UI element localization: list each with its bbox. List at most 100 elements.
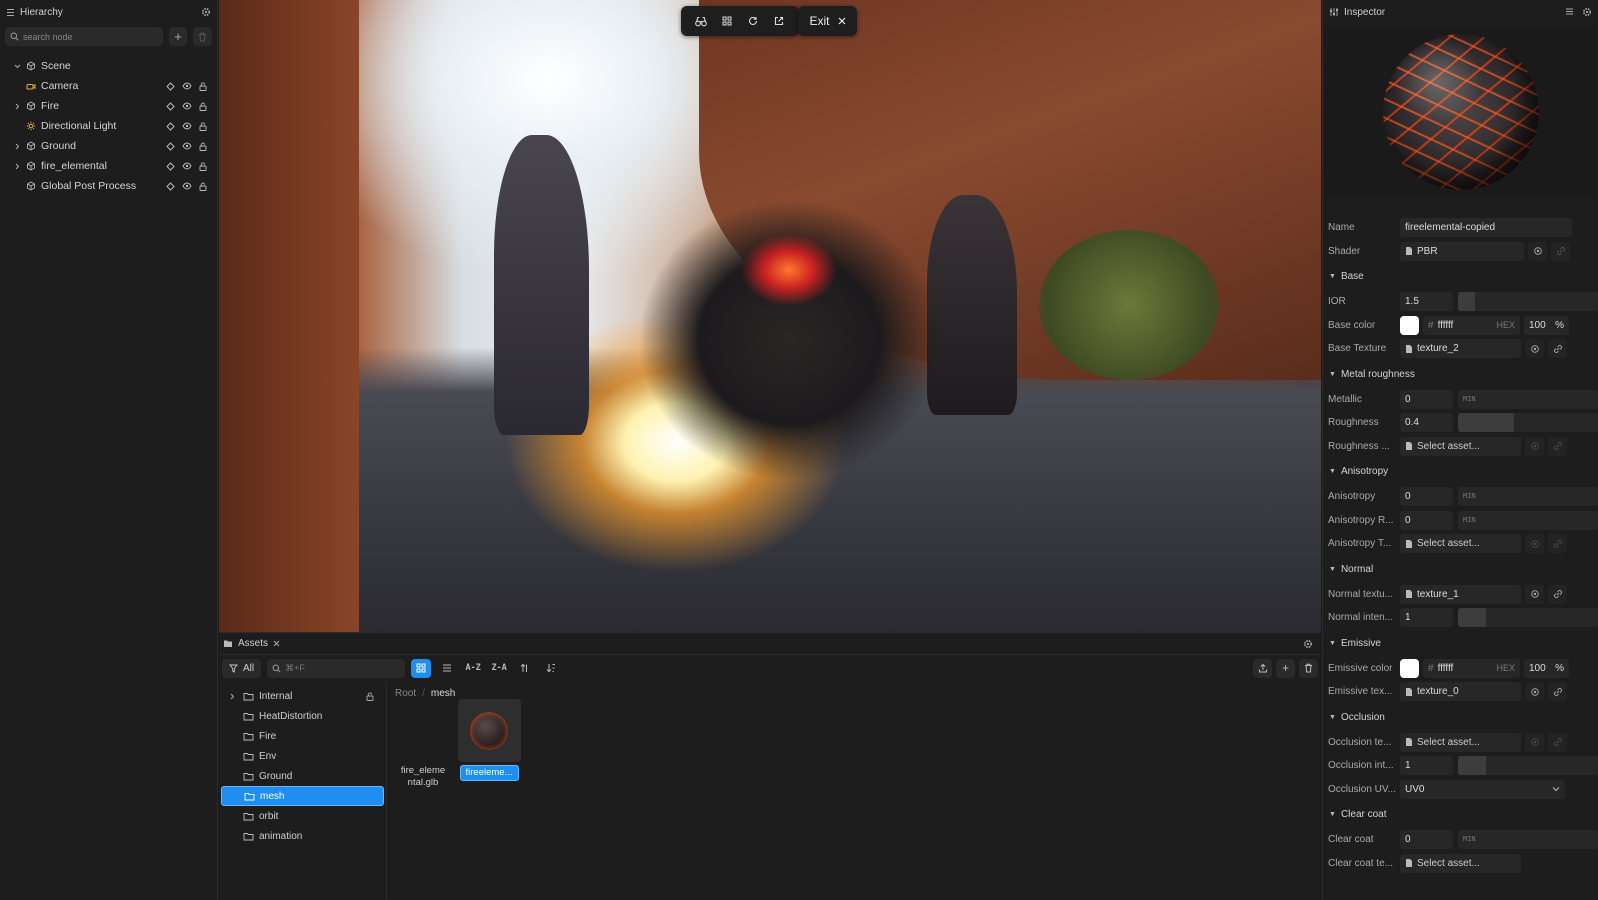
shader-field[interactable]: PBR — [1400, 241, 1524, 261]
gear-icon[interactable] — [1582, 7, 1592, 17]
chevron-right-icon[interactable] — [10, 143, 24, 150]
menu-icon[interactable] — [1565, 7, 1574, 17]
grid-view-button[interactable] — [411, 658, 432, 678]
locate-icon[interactable] — [1525, 584, 1544, 604]
lock-icon[interactable] — [199, 102, 207, 111]
assets-tab-label[interactable]: Assets — [238, 638, 268, 649]
base-color-hex-input[interactable]: # ffffff HEX — [1423, 315, 1520, 335]
lock-icon[interactable] — [199, 182, 207, 191]
refresh-icon[interactable] — [743, 11, 763, 31]
roughness-input[interactable]: 0.4 — [1400, 413, 1453, 433]
eye-icon[interactable] — [182, 102, 192, 111]
lock-icon[interactable] — [199, 162, 207, 171]
chevron-right-icon[interactable] — [10, 103, 24, 110]
ior-input[interactable]: 1.5 — [1400, 292, 1453, 312]
name-field[interactable]: fireelemental-copied — [1400, 218, 1572, 238]
clear-coat-slider[interactable]: MIN — [1458, 830, 1598, 850]
breadcrumb-root[interactable]: Root — [395, 688, 416, 699]
anisotropy-texture-field[interactable]: Select asset... — [1400, 534, 1521, 554]
tree-item-scene[interactable]: Scene — [0, 56, 217, 76]
unlink-icon[interactable] — [1551, 241, 1570, 261]
anisotropy-input[interactable]: 0 — [1400, 487, 1453, 507]
upload-icon[interactable] — [1253, 658, 1272, 678]
list-view-button[interactable] — [437, 659, 457, 678]
anisotropy-rotation-input[interactable]: 0 — [1400, 510, 1453, 530]
hierarchy-search[interactable] — [5, 27, 163, 46]
emissive-color-opacity-input[interactable]: 100% — [1524, 658, 1569, 678]
chevron-right-icon[interactable] — [10, 163, 24, 170]
occlusion-intensity-slider[interactable] — [1458, 756, 1598, 776]
eye-icon[interactable] — [182, 82, 192, 91]
folder-env[interactable]: Env — [221, 746, 384, 766]
target-icon[interactable] — [166, 181, 175, 191]
unlink-icon[interactable] — [1548, 584, 1567, 604]
asset-search[interactable] — [267, 658, 406, 678]
metallic-input[interactable]: 0 — [1400, 389, 1453, 409]
target-icon[interactable] — [166, 81, 175, 91]
base-texture-field[interactable]: texture_2 — [1400, 339, 1521, 359]
locate-icon[interactable] — [1525, 436, 1544, 456]
unlink-icon[interactable] — [1548, 682, 1567, 702]
section-occlusion[interactable]: ▼ Occlusion — [1323, 704, 1598, 731]
eye-icon[interactable] — [182, 162, 192, 171]
folder-orbit[interactable]: orbit — [221, 806, 384, 826]
section-clear-coat[interactable]: ▼ Clear coat — [1323, 801, 1598, 828]
locate-icon[interactable] — [1528, 241, 1547, 261]
folder-animation[interactable]: animation — [221, 826, 384, 846]
asset-item-material[interactable]: fireeleme... — [456, 699, 522, 781]
normal-intensity-slider[interactable] — [1458, 608, 1598, 628]
ior-slider[interactable] — [1458, 292, 1598, 312]
tree-item-directional-light[interactable]: Directional Light — [0, 116, 217, 136]
gear-icon[interactable] — [1303, 639, 1313, 649]
anisotropy-slider[interactable]: MIN — [1458, 487, 1598, 507]
target-icon[interactable] — [166, 101, 175, 111]
gear-icon[interactable] — [201, 7, 211, 17]
sort-za-button[interactable]: Z-A — [489, 659, 509, 678]
binoculars-icon[interactable] — [691, 11, 711, 31]
sort-az-button[interactable]: A-Z — [463, 659, 483, 678]
section-base[interactable]: ▼ Base — [1323, 263, 1598, 290]
chevron-down-icon[interactable] — [10, 63, 24, 70]
eye-icon[interactable] — [182, 182, 192, 191]
fire-elemental-model[interactable] — [639, 200, 969, 500]
section-emissive[interactable]: ▼ Emissive — [1323, 630, 1598, 657]
emissive-color-hex-input[interactable]: # ffffff HEX — [1423, 658, 1520, 678]
locate-icon[interactable] — [1525, 682, 1544, 702]
clear-coat-input[interactable]: 0 — [1400, 830, 1453, 850]
filter-all-button[interactable]: All — [222, 658, 262, 678]
tree-item-fire-elemental[interactable]: fire_elemental — [0, 156, 217, 176]
trash-icon[interactable] — [1299, 658, 1318, 678]
locate-icon[interactable] — [1525, 339, 1544, 359]
eye-icon[interactable] — [182, 122, 192, 131]
target-icon[interactable] — [166, 161, 175, 171]
folder-internal[interactable]: Internal — [221, 686, 384, 706]
roughness-slider[interactable] — [1458, 413, 1598, 433]
unlink-icon[interactable] — [1548, 436, 1567, 456]
section-normal[interactable]: ▼ Normal — [1323, 556, 1598, 583]
unlink-icon[interactable] — [1548, 534, 1567, 554]
section-metal-roughness[interactable]: ▼ Metal roughness — [1323, 361, 1598, 388]
clear-coat-texture-field[interactable]: Select asset... — [1400, 853, 1521, 873]
folder-ground[interactable]: Ground — [221, 766, 384, 786]
unlink-icon[interactable] — [1548, 339, 1567, 359]
lock-icon[interactable] — [199, 142, 207, 151]
occlusion-intensity-input[interactable]: 1 — [1400, 756, 1453, 776]
emissive-color-swatch[interactable] — [1400, 658, 1419, 678]
target-icon[interactable] — [166, 141, 175, 151]
eye-icon[interactable] — [182, 142, 192, 151]
chevron-right-icon[interactable] — [221, 693, 243, 700]
asset-item-glb[interactable]: fire_eleme ntal.glb — [393, 765, 453, 789]
lock-icon[interactable] — [199, 82, 207, 91]
occlusion-uv-select[interactable]: UV0 — [1400, 779, 1565, 799]
add-asset-button[interactable]: + — [1276, 658, 1295, 678]
grid-icon[interactable] — [717, 11, 737, 31]
tree-item-camera[interactable]: Camera — [0, 76, 217, 96]
section-anisotropy[interactable]: ▼ Anisotropy — [1323, 458, 1598, 485]
delete-node-button[interactable] — [193, 27, 212, 46]
locate-icon[interactable] — [1525, 732, 1544, 752]
anisotropy-rotation-slider[interactable]: MIN — [1458, 510, 1598, 530]
normal-texture-field[interactable]: texture_1 — [1400, 584, 1521, 604]
sort-desc-icon[interactable] — [541, 659, 561, 678]
locate-icon[interactable] — [1525, 534, 1544, 554]
roughness-texture-field[interactable]: Select asset... — [1400, 436, 1521, 456]
